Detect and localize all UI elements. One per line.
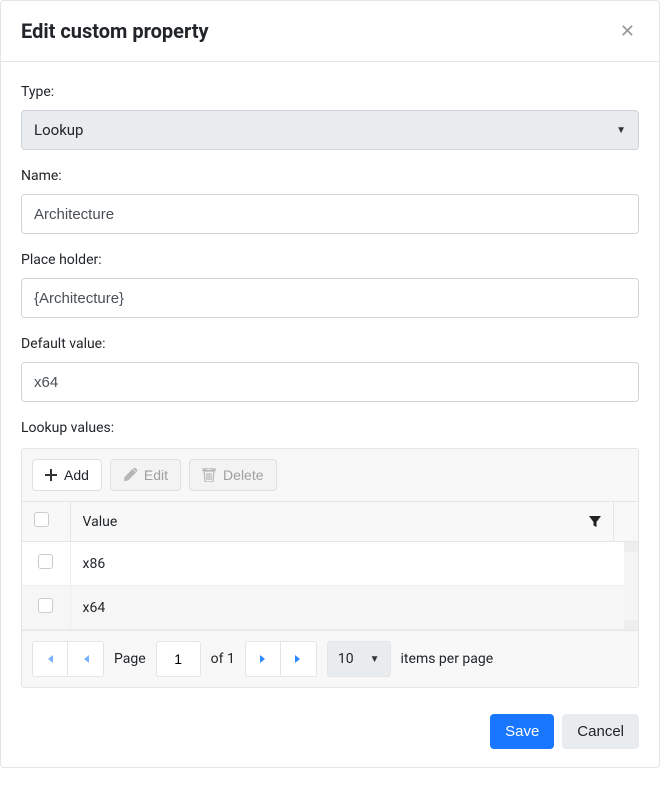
close-button[interactable]: ✕ [616,21,639,42]
pager-last-button[interactable] [281,641,317,677]
lookup-values-label: Lookup values: [21,420,639,436]
type-group: Type: Lookup ▼ [21,84,639,150]
modal-body: Type: Lookup ▼ Name: Place holder: Defau… [1,62,659,700]
placeholder-label: Place holder: [21,252,639,268]
cancel-button[interactable]: Cancel [562,714,639,749]
prev-page-icon [81,653,91,665]
next-page-icon [258,653,268,665]
pager-next-last-group [245,641,317,677]
scroll-down-icon [624,620,638,630]
chevron-down-icon: ▼ [370,654,380,665]
name-label: Name: [21,168,639,184]
header-value-label: Value [83,514,118,530]
add-label: Add [64,467,89,483]
modal-title: Edit custom property [21,19,209,43]
pager-page-input[interactable] [156,641,201,677]
pager-next-button[interactable] [245,641,281,677]
modal-header: Edit custom property ✕ [1,1,659,62]
lookup-values-section: Lookup values: Add Edit [21,420,639,688]
grid-toolbar: Add Edit Delete [22,449,638,501]
trash-icon [202,468,216,482]
filter-icon[interactable] [589,516,601,528]
default-value-label: Default value: [21,336,639,352]
pager: Page of 1 10 ▼ item [22,630,638,687]
pager-of-label: of 1 [211,651,235,667]
pencil-icon [123,468,137,482]
pager-prev-button[interactable] [68,641,104,677]
pager-items-label: items per page [401,651,494,667]
placeholder-input[interactable] [21,278,639,318]
default-value-input[interactable] [21,362,639,402]
close-icon: ✕ [620,21,635,41]
edit-label: Edit [144,467,168,483]
row-checkbox[interactable] [38,554,53,569]
select-all-checkbox[interactable] [34,512,49,527]
header-scroll-spacer [614,502,639,542]
delete-button[interactable]: Delete [189,459,276,491]
edit-button[interactable]: Edit [110,459,181,491]
row-value-cell: x86 [70,542,638,586]
scrollbar[interactable] [624,542,638,630]
last-page-icon [292,653,304,665]
modal-footer: Save Cancel [1,700,659,767]
name-group: Name: [21,168,639,234]
edit-custom-property-modal: Edit custom property ✕ Type: Lookup ▼ Na… [0,0,660,768]
scroll-up-icon [624,542,638,552]
type-label: Type: [21,84,639,100]
delete-label: Delete [223,467,263,483]
pager-pagesize-select[interactable]: 10 ▼ [327,641,391,677]
table-row[interactable]: x86 [22,542,638,586]
pager-first-prev-group [32,641,104,677]
add-button[interactable]: Add [32,459,102,491]
default-value-group: Default value: [21,336,639,402]
row-checkbox-cell [22,542,70,586]
row-checkbox-cell [22,586,70,630]
row-checkbox[interactable] [38,598,53,613]
pagesize-value: 10 [338,651,354,667]
pager-page-label: Page [114,651,146,667]
values-table: Value [22,501,638,542]
type-select[interactable]: Lookup ▼ [21,110,639,150]
plus-icon [45,469,57,481]
save-button[interactable]: Save [490,714,554,749]
header-checkbox-cell [22,502,70,542]
placeholder-group: Place holder: [21,252,639,318]
table-row[interactable]: x64 [22,586,638,630]
chevron-down-icon: ▼ [616,125,626,136]
row-value-cell: x64 [70,586,638,630]
table-body-wrap: x86 x64 [22,542,638,630]
pager-first-button[interactable] [32,641,68,677]
name-input[interactable] [21,194,639,234]
lookup-grid: Add Edit Delete [21,448,639,688]
header-value-cell[interactable]: Value [70,502,614,542]
first-page-icon [44,653,56,665]
type-value: Lookup [34,121,83,139]
